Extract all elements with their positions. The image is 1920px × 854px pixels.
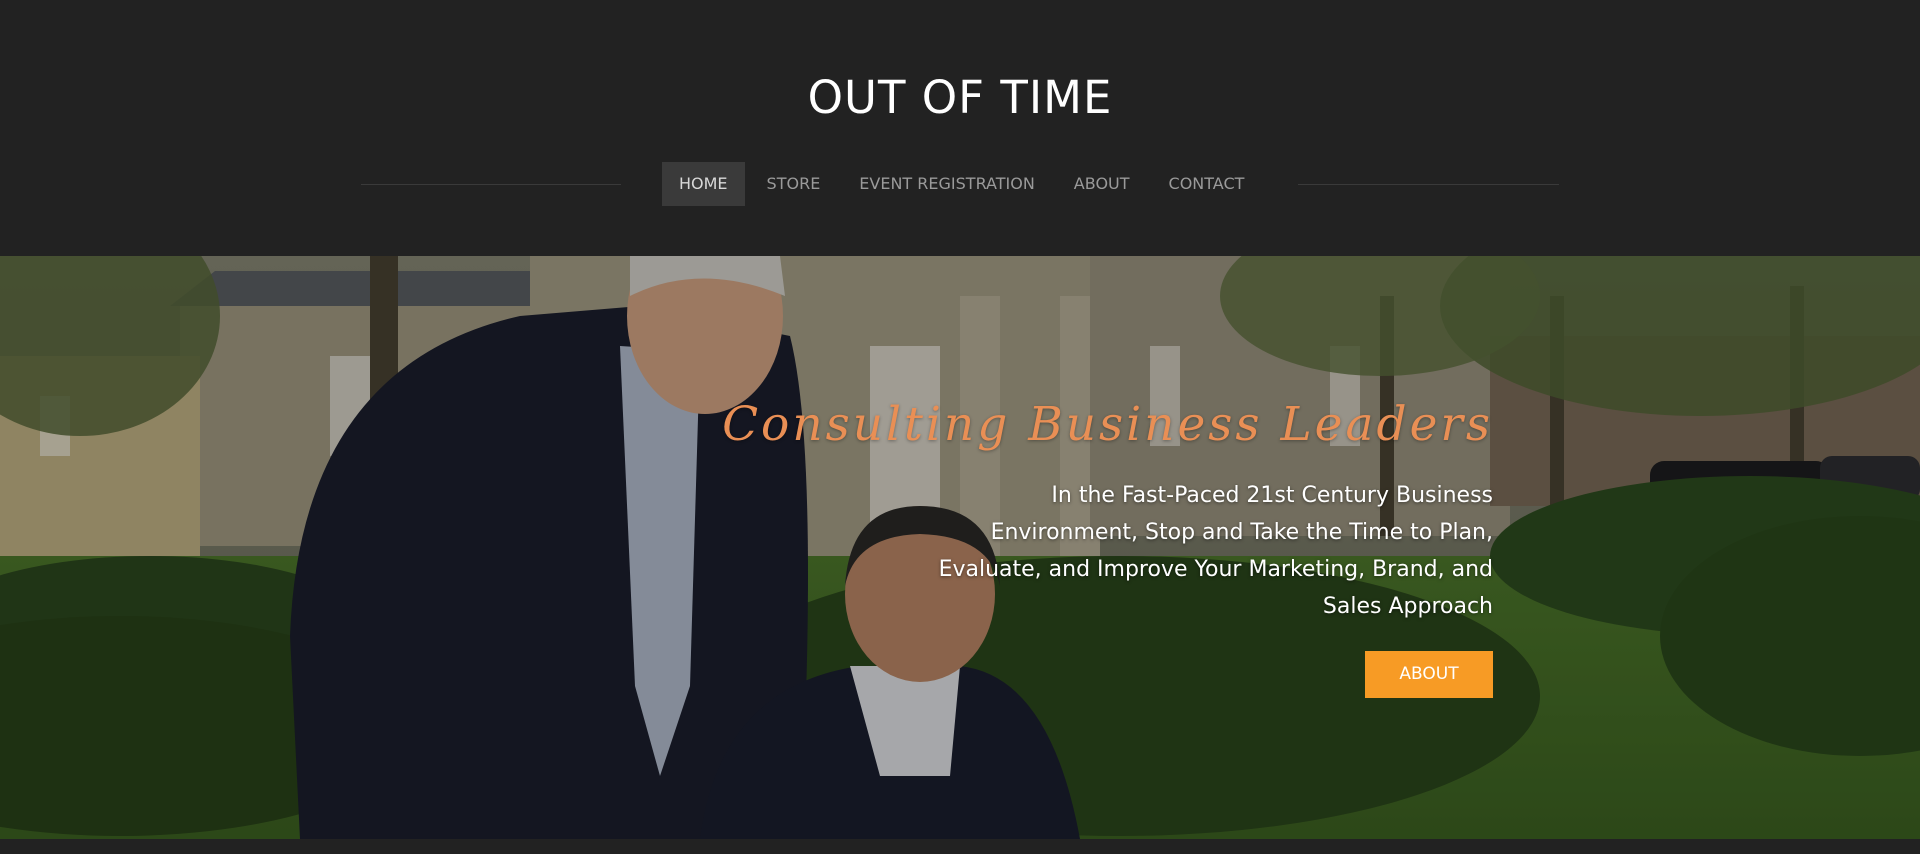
- main-nav: HOME STORE EVENT REGISTRATION ABOUT CONT…: [662, 162, 1261, 206]
- site-header: OUT OF TIME HOME STORE EVENT REGISTRATIO…: [0, 0, 1920, 256]
- nav-item-contact[interactable]: CONTACT: [1152, 162, 1262, 206]
- hero-subtext: In the Fast-Paced 21st Century Business …: [713, 477, 1493, 625]
- hero-subtext-line: In the Fast-Paced 21st Century Business: [1051, 483, 1493, 508]
- site-title[interactable]: OUT OF TIME: [0, 70, 1920, 126]
- nav-item-store[interactable]: STORE: [750, 162, 838, 206]
- hero-subtext-line: Environment, Stop and Take the Time to P…: [990, 520, 1493, 545]
- hero-subtext-line: Evaluate, and Improve Your Marketing, Br…: [938, 557, 1493, 582]
- nav-item-about[interactable]: ABOUT: [1057, 162, 1147, 206]
- hero-subtext-line: Sales Approach: [1322, 594, 1493, 619]
- nav-divider-left: [361, 184, 621, 185]
- hero-text-block: Consulting Business Leaders In the Fast-…: [713, 389, 1493, 625]
- hero-section: Consulting Business Leaders In the Fast-…: [0, 256, 1920, 839]
- about-button[interactable]: ABOUT: [1365, 651, 1493, 698]
- nav-item-event-registration[interactable]: EVENT REGISTRATION: [842, 162, 1052, 206]
- nav-item-home[interactable]: HOME: [662, 162, 745, 206]
- page-bottom-band: [0, 839, 1920, 854]
- nav-divider-right: [1298, 184, 1559, 185]
- hero-headline: Consulting Business Leaders: [722, 397, 1493, 452]
